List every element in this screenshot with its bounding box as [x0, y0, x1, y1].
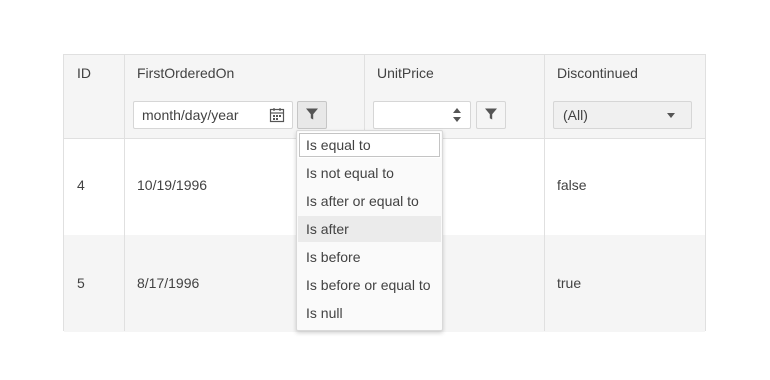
- column-header-unit-price[interactable]: UnitPrice: [377, 55, 434, 92]
- column-header-first-ordered-on[interactable]: FirstOrderedOn: [137, 55, 234, 92]
- column-header-discontinued[interactable]: Discontinued: [557, 55, 638, 92]
- filter-icon: [484, 107, 498, 124]
- date-filter-input[interactable]: month/day/year: [133, 101, 293, 129]
- date-filter-placeholder: month/day/year: [142, 107, 239, 123]
- cell-discontinued: false: [557, 177, 587, 193]
- menu-item-is-null[interactable]: Is null: [298, 300, 441, 326]
- menu-item-is-after-or-equal-to[interactable]: Is after or equal to: [298, 188, 441, 214]
- column-divider: [124, 55, 125, 331]
- date-filter-operator-button[interactable]: [297, 101, 327, 129]
- spin-up-icon: [453, 108, 461, 113]
- discontinued-filter-dropdown[interactable]: (All): [553, 101, 692, 129]
- filter-icon: [305, 107, 319, 124]
- calendar-icon[interactable]: [262, 102, 292, 128]
- cell-id: 4: [77, 177, 85, 193]
- unit-price-filter-operator-button[interactable]: [476, 101, 506, 129]
- cell-id: 5: [77, 275, 85, 291]
- menu-item-is-before[interactable]: Is before: [298, 244, 441, 270]
- grid-header: ID FirstOrderedOn UnitPrice Discontinued: [64, 55, 705, 93]
- menu-item-is-after[interactable]: Is after: [298, 216, 441, 242]
- discontinued-filter-value: (All): [563, 107, 588, 123]
- spin-down-icon: [453, 117, 461, 122]
- cell-first-ordered-on: 10/19/1996: [137, 177, 208, 193]
- column-header-id[interactable]: ID: [77, 55, 91, 92]
- cell-discontinued: true: [557, 275, 582, 291]
- column-divider: [544, 55, 545, 331]
- chevron-down-icon: [667, 113, 675, 118]
- numeric-spinner[interactable]: [444, 102, 470, 128]
- menu-item-is-equal-to[interactable]: Is equal to: [298, 132, 441, 158]
- cell-first-ordered-on: 8/17/1996: [137, 275, 200, 291]
- filter-operator-menu: Is equal to Is not equal to Is after or …: [296, 130, 443, 331]
- unit-price-filter-input[interactable]: [373, 101, 471, 129]
- menu-item-is-not-equal-to[interactable]: Is not equal to: [298, 160, 441, 186]
- menu-item-is-before-or-equal-to[interactable]: Is before or equal to: [298, 272, 441, 298]
